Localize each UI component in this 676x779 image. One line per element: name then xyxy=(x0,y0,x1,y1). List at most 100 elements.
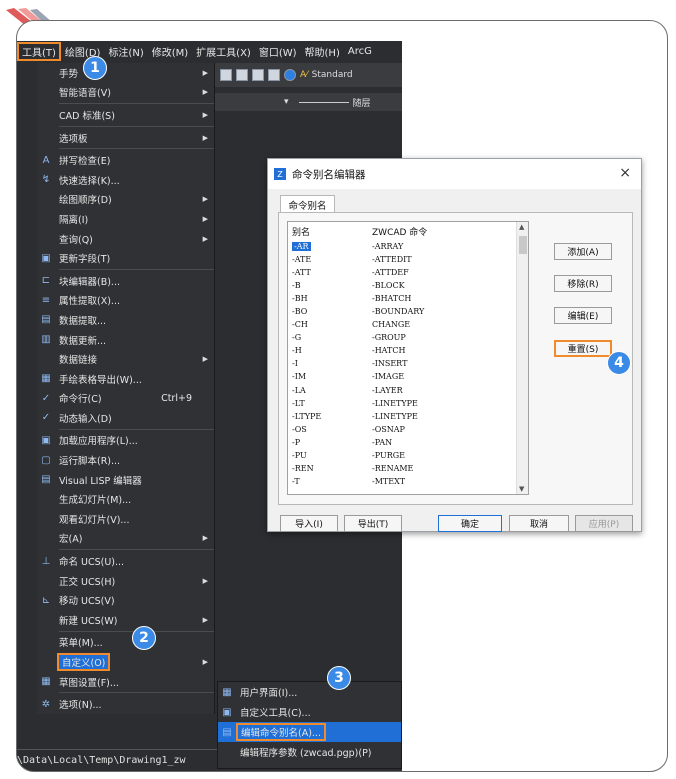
table-row[interactable]: -T -MTEXT xyxy=(288,475,528,488)
menubar-item[interactable]: 扩展工具(X) xyxy=(192,44,255,59)
submenu-item[interactable]: 编辑程序参数 (zwcad.pgp)(P) xyxy=(218,742,401,762)
table-row[interactable]: -B -BLOCK xyxy=(288,279,528,292)
menubar-item[interactable]: 标注(N) xyxy=(104,44,147,59)
menu-item-icon: ▣ xyxy=(41,252,51,264)
submenu-item[interactable]: ▤ 编辑命令别名(A)... xyxy=(218,722,401,742)
apply-button[interactable]: 应用(P) xyxy=(575,515,633,532)
menu-item-label: Visual LISP 编辑器 xyxy=(59,475,142,487)
image-icon[interactable] xyxy=(268,69,280,81)
table-row[interactable]: -G -GROUP xyxy=(288,331,528,344)
chevron-right-icon: ▶ xyxy=(202,68,208,77)
menubar-item[interactable]: ArcG xyxy=(344,46,376,57)
table-row[interactable]: -P -PAN xyxy=(288,436,528,449)
remove-button[interactable]: 移除(R) xyxy=(554,275,612,292)
menubar-item[interactable]: 帮助(H) xyxy=(301,44,344,59)
menu-item-label: 自定义(O) xyxy=(57,653,111,672)
menu-item[interactable]: ≡ 属性提取(X)... xyxy=(37,291,214,311)
chevron-down-icon[interactable]: ▾ xyxy=(284,97,289,107)
table-row[interactable]: -REN -RENAME xyxy=(288,462,528,475)
table-row[interactable]: -ATT -ATTDEF xyxy=(288,266,528,279)
menu-item[interactable]: 宏(A) ▶ xyxy=(37,529,214,549)
list-scrollbar[interactable]: ▲ ▼ xyxy=(516,222,528,494)
grid-icon[interactable] xyxy=(236,69,248,81)
menu-item[interactable]: 自定义(O) ▶ xyxy=(37,652,214,672)
menu-item-label: 选项(N)... xyxy=(59,700,102,712)
menu-item[interactable]: ▥ 数据更新... xyxy=(37,330,214,350)
menu-item[interactable]: CAD 标准(S) ▶ xyxy=(37,105,214,125)
submenu-item[interactable]: ▣ 自定义工具(C)... xyxy=(218,702,401,722)
import-button[interactable]: 导入(I) xyxy=(280,515,338,532)
menu-item[interactable]: 手势 ▶ xyxy=(37,63,214,83)
export-button[interactable]: 导出(T) xyxy=(344,515,402,532)
menu-item[interactable]: ↯ 快速选择(K)... xyxy=(37,170,214,190)
menu-item[interactable]: ▣ 加载应用程序(L)... xyxy=(37,431,214,451)
menu-item[interactable]: 数据链接 ▶ xyxy=(37,349,214,369)
chevron-right-icon: ▶ xyxy=(202,534,208,543)
menu-item[interactable]: ✲ 选项(N)... xyxy=(37,694,214,714)
menu-item[interactable]: 绘图顺序(D) ▶ xyxy=(37,190,214,210)
add-button[interactable]: 添加(A) xyxy=(554,243,612,260)
menu-item[interactable]: ⊥ 命名 UCS(U)... xyxy=(37,551,214,571)
tab-command-alias[interactable]: 命令别名 xyxy=(280,195,335,213)
alias-list[interactable]: 别名 ZWCAD 命令 -AR -ARRAY -ATE -ATTEDIT -ATT -AT… xyxy=(287,221,529,495)
reset-button[interactable]: 重置(S) xyxy=(554,340,612,357)
layer-value[interactable]: 随层 xyxy=(353,96,371,109)
menu-item[interactable]: ▣ 更新字段(T) xyxy=(37,248,214,268)
text-style-value[interactable]: Standard xyxy=(312,70,353,80)
scroll-thumb[interactable] xyxy=(519,236,527,254)
scroll-down-icon[interactable]: ▼ xyxy=(519,485,524,493)
alias-cell: -CH xyxy=(288,320,372,329)
edit-button[interactable]: 编辑(E) xyxy=(554,307,612,324)
table-row[interactable]: -CH CHANGE xyxy=(288,318,528,331)
menu-item[interactable]: ▤ 数据提取... xyxy=(37,310,214,330)
chevron-right-icon: ▶ xyxy=(202,615,208,624)
path-status: \Data\Local\Temp\Drawing1_zw xyxy=(17,749,217,771)
menu-item[interactable]: 新建 UCS(W) ▶ xyxy=(37,610,214,630)
table-row[interactable]: -H -HATCH xyxy=(288,344,528,357)
submenu-item[interactable]: ▦ 用户界面(I)... xyxy=(218,682,401,702)
table-row[interactable]: -LTYPE -LINETYPE xyxy=(288,410,528,423)
menu-item[interactable]: A 拼写检查(E) xyxy=(37,150,214,170)
alias-text: -LTYPE xyxy=(292,411,322,421)
menu-item[interactable]: 选项板 ▶ xyxy=(37,128,214,148)
menu-item[interactable]: ▤ Visual LISP 编辑器 xyxy=(37,470,214,490)
menubar-item[interactable]: 工具(T) xyxy=(17,41,61,61)
step-badge-3: 3 xyxy=(327,666,351,690)
cancel-button[interactable]: 取消 xyxy=(509,515,569,532)
menu-item[interactable]: ▦ 手绘表格导出(W)... xyxy=(37,369,214,389)
scroll-up-icon[interactable]: ▲ xyxy=(519,223,524,231)
table-row[interactable]: -ATE -ATTEDIT xyxy=(288,253,528,266)
ok-button[interactable]: 确定 xyxy=(438,515,502,532)
menu-item[interactable]: ⊾ 移动 UCS(V) xyxy=(37,590,214,610)
menubar-item[interactable]: 修改(M) xyxy=(148,44,192,59)
close-icon[interactable]: × xyxy=(619,165,631,181)
layout-icon[interactable] xyxy=(252,69,264,81)
table-row[interactable]: -LT -LINETYPE xyxy=(288,397,528,410)
chevron-right-icon: ▶ xyxy=(202,88,208,97)
table-row[interactable]: -AR -ARRAY xyxy=(288,240,528,253)
menu-item[interactable]: ⊏ 块编辑器(B)... xyxy=(37,271,214,291)
menubar-item[interactable]: 窗口(W) xyxy=(255,44,301,59)
menu-item-label: 宏(A) xyxy=(59,534,83,546)
menu-item[interactable]: 正交 UCS(H) ▶ xyxy=(37,571,214,591)
menu-item[interactable]: ✓ 动态输入(D) xyxy=(37,408,214,428)
menu-item[interactable]: ✓ 命令行(C) Ctrl+9 xyxy=(37,389,214,409)
menu-item[interactable]: ▢ 运行脚本(R)... xyxy=(37,450,214,470)
menu-item[interactable]: 查询(Q) ▶ xyxy=(37,229,214,249)
table-row[interactable]: -OS -OSNAP xyxy=(288,423,528,436)
menu-item[interactable]: 菜单(M)... xyxy=(37,633,214,653)
globe-icon[interactable] xyxy=(284,69,296,81)
menu-item[interactable]: 观看幻灯片(V)... xyxy=(37,509,214,529)
table-row[interactable]: -BH -BHATCH xyxy=(288,292,528,305)
table-row[interactable]: -IM -IMAGE xyxy=(288,370,528,383)
table-row[interactable]: -I -INSERT xyxy=(288,357,528,370)
table-row[interactable]: -LA -LAYER xyxy=(288,384,528,397)
menu-item[interactable]: 隔离(I) ▶ xyxy=(37,209,214,229)
menu-item[interactable]: ▦ 草图设置(F)... xyxy=(37,672,214,692)
table-icon[interactable] xyxy=(220,69,232,81)
menu-item[interactable]: 智能语音(V) ▶ xyxy=(37,83,214,103)
command-cell: -MTEXT xyxy=(372,476,406,486)
table-row[interactable]: -BO -BOUNDARY xyxy=(288,305,528,318)
table-row[interactable]: -PU -PURGE xyxy=(288,449,528,462)
menu-item[interactable]: 生成幻灯片(M)... xyxy=(37,489,214,509)
